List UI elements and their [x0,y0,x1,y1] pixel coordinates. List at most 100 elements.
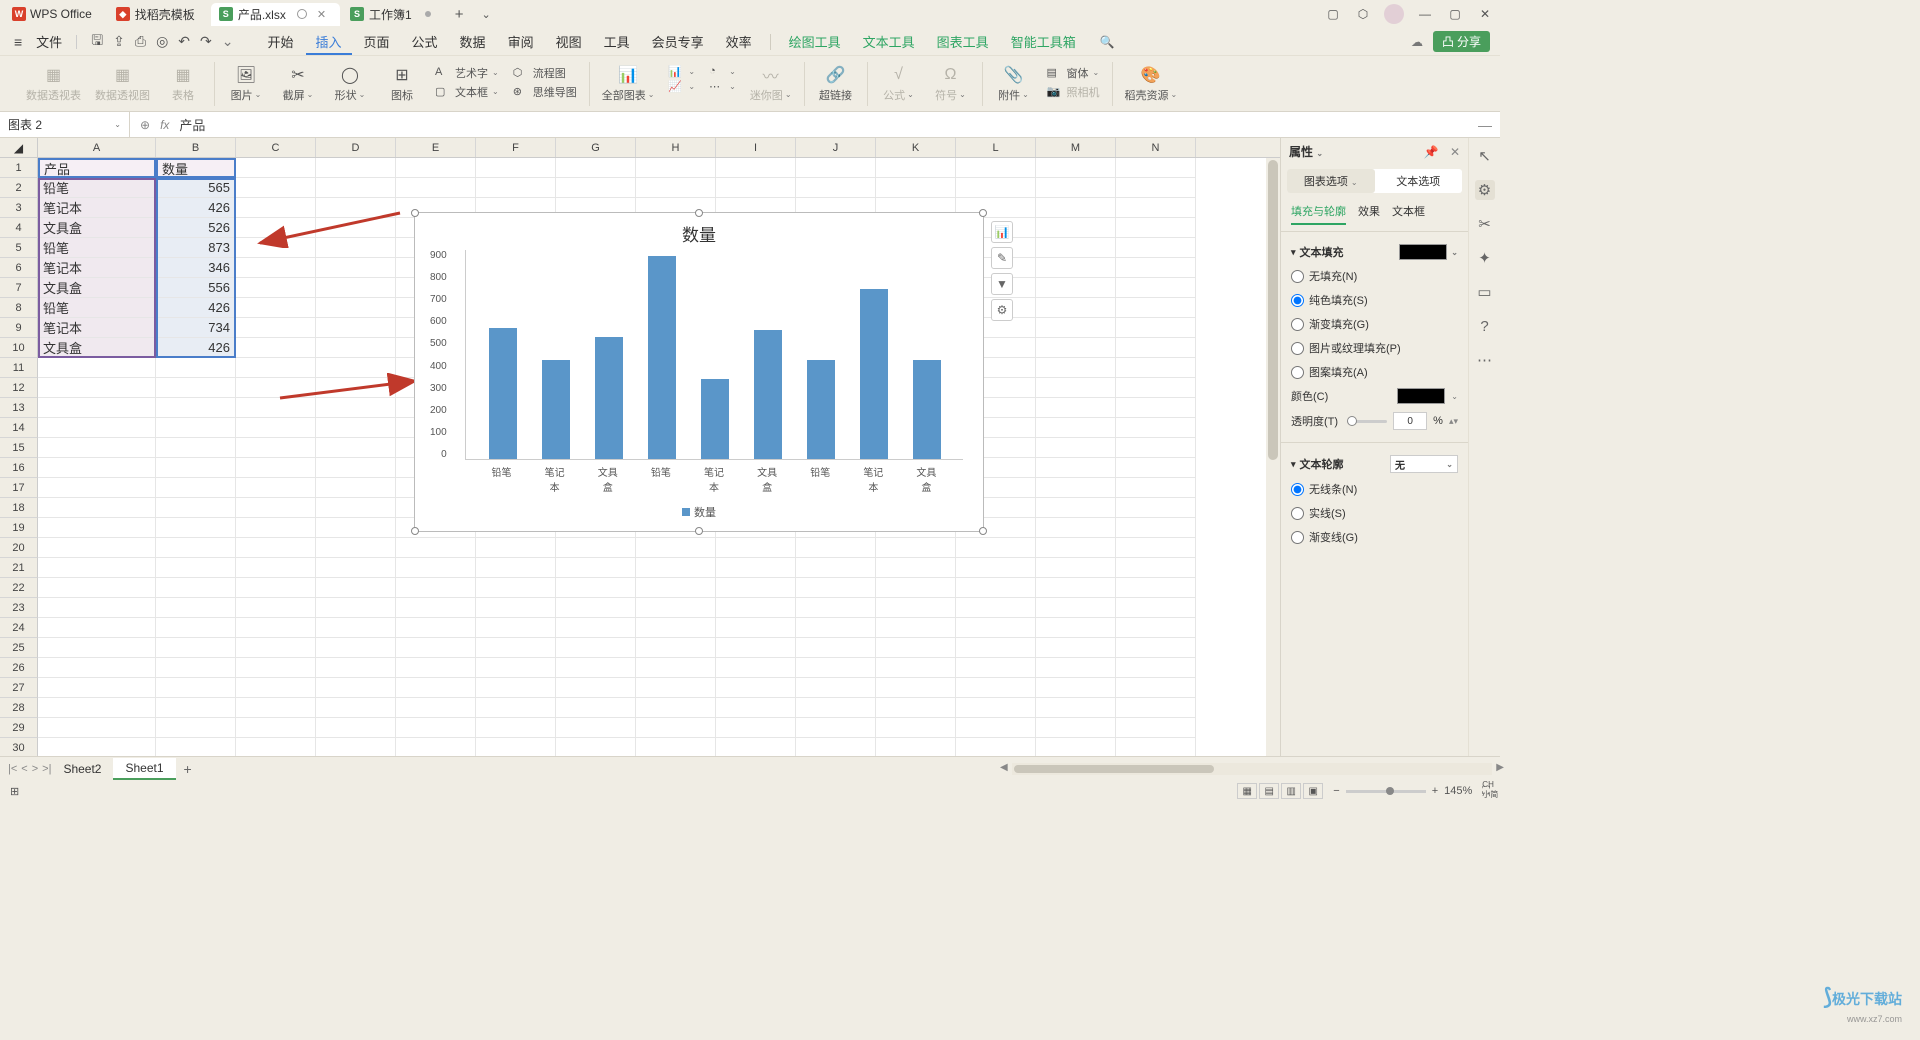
vertical-scrollbar[interactable] [1266,158,1280,756]
cell[interactable] [1116,538,1196,558]
resize-handle[interactable] [411,527,419,535]
cell[interactable] [956,638,1036,658]
chart-bar[interactable] [542,360,570,459]
cell[interactable] [156,438,236,458]
row-header-19[interactable]: 19 [0,518,38,538]
cell[interactable] [1036,438,1116,458]
cell[interactable] [1116,698,1196,718]
cell[interactable] [636,678,716,698]
row-header-3[interactable]: 3 [0,198,38,218]
magic-icon[interactable]: ✦ [1475,248,1495,268]
preview-icon[interactable]: ◎ [156,33,168,50]
cell[interactable] [876,158,956,178]
cell[interactable] [38,578,156,598]
cell[interactable] [716,638,796,658]
cell[interactable] [636,698,716,718]
cell[interactable] [396,598,476,618]
cell[interactable] [1036,518,1116,538]
cell[interactable] [316,618,396,638]
zoom-in-icon[interactable]: + [1432,785,1438,797]
cell[interactable] [876,598,956,618]
cell[interactable] [38,538,156,558]
cell[interactable] [236,478,316,498]
pivot-chart-button[interactable]: ▦数据透视图 [95,65,150,103]
app-icon[interactable]: ▢ [1324,5,1342,23]
select-all-corner[interactable]: ◢ [0,138,38,157]
cell[interactable] [1116,438,1196,458]
cell[interactable] [38,498,156,518]
cell[interactable] [1116,158,1196,178]
row-header-11[interactable]: 11 [0,358,38,378]
menu-member[interactable]: 会员专享 [642,29,714,54]
cell[interactable] [476,598,556,618]
cell[interactable] [876,698,956,718]
cell[interactable] [1036,678,1116,698]
cell[interactable] [156,738,236,756]
cell[interactable] [716,538,796,558]
wordart-button[interactable]: A艺术字⌄ [435,65,499,81]
cell[interactable] [38,458,156,478]
color-picker[interactable] [1397,388,1445,404]
cell[interactable] [476,658,556,678]
cell[interactable] [38,378,156,398]
cell[interactable] [1116,478,1196,498]
cell[interactable] [236,558,316,578]
cell[interactable] [1116,418,1196,438]
cell[interactable] [716,618,796,638]
chart-bar[interactable] [807,360,835,459]
cell[interactable] [956,718,1036,738]
chart-type-2[interactable]: 📈⌄ [668,80,695,94]
cell[interactable] [396,158,476,178]
row-header-16[interactable]: 16 [0,458,38,478]
cell[interactable]: 数量 [156,158,236,178]
cell[interactable] [1116,258,1196,278]
cell[interactable] [1036,178,1116,198]
cell[interactable] [38,558,156,578]
screenshot-button[interactable]: ✂截屏⌄ [279,65,317,103]
col-header-A[interactable]: A [38,138,156,157]
cell[interactable] [156,378,236,398]
col-header-D[interactable]: D [316,138,396,157]
cell[interactable] [716,578,796,598]
cell[interactable] [236,638,316,658]
cell[interactable] [796,718,876,738]
opacity-slider[interactable] [1347,420,1387,423]
cell[interactable] [156,538,236,558]
row-header-20[interactable]: 20 [0,538,38,558]
tab-workbook1[interactable]: S 工作簿1 [342,3,445,26]
cell[interactable] [236,658,316,678]
menu-formula[interactable]: 公式 [402,29,448,54]
chart-type-1[interactable]: 📊⌄ [668,65,695,79]
chart-title[interactable]: 数量 [415,213,983,250]
close-icon[interactable]: ✕ [1476,5,1494,23]
cell[interactable] [636,558,716,578]
cell[interactable] [316,538,396,558]
cell[interactable] [1036,318,1116,338]
cell[interactable] [38,478,156,498]
section-text-outline[interactable]: ▾文本轮廓 无⌄ [1291,451,1458,477]
first-sheet-icon[interactable]: |< [8,763,17,775]
cell[interactable] [156,458,236,478]
cell[interactable] [38,358,156,378]
book-icon[interactable]: ▭ [1475,282,1495,302]
cell[interactable] [556,578,636,598]
cell[interactable] [236,378,316,398]
sheet-tab-sheet1[interactable]: Sheet1 [113,758,175,780]
cell[interactable] [956,578,1036,598]
row-header-14[interactable]: 14 [0,418,38,438]
cell[interactable] [476,638,556,658]
cell[interactable]: 铅笔 [38,178,156,198]
cell[interactable] [38,678,156,698]
fill-pattern-radio[interactable]: 图案填充(A) [1291,360,1458,384]
cell[interactable] [316,478,396,498]
chart-elements-button[interactable]: 📊 [991,221,1013,243]
row-header-13[interactable]: 13 [0,398,38,418]
cell[interactable] [38,438,156,458]
fill-picture-radio[interactable]: 图片或纹理填充(P) [1291,336,1458,360]
cell[interactable] [156,718,236,738]
icons-button[interactable]: ⊞图标 [383,65,421,103]
cell[interactable] [716,698,796,718]
fill-color-swatch[interactable] [1399,244,1447,260]
col-header-N[interactable]: N [1116,138,1196,157]
cell[interactable] [556,538,636,558]
